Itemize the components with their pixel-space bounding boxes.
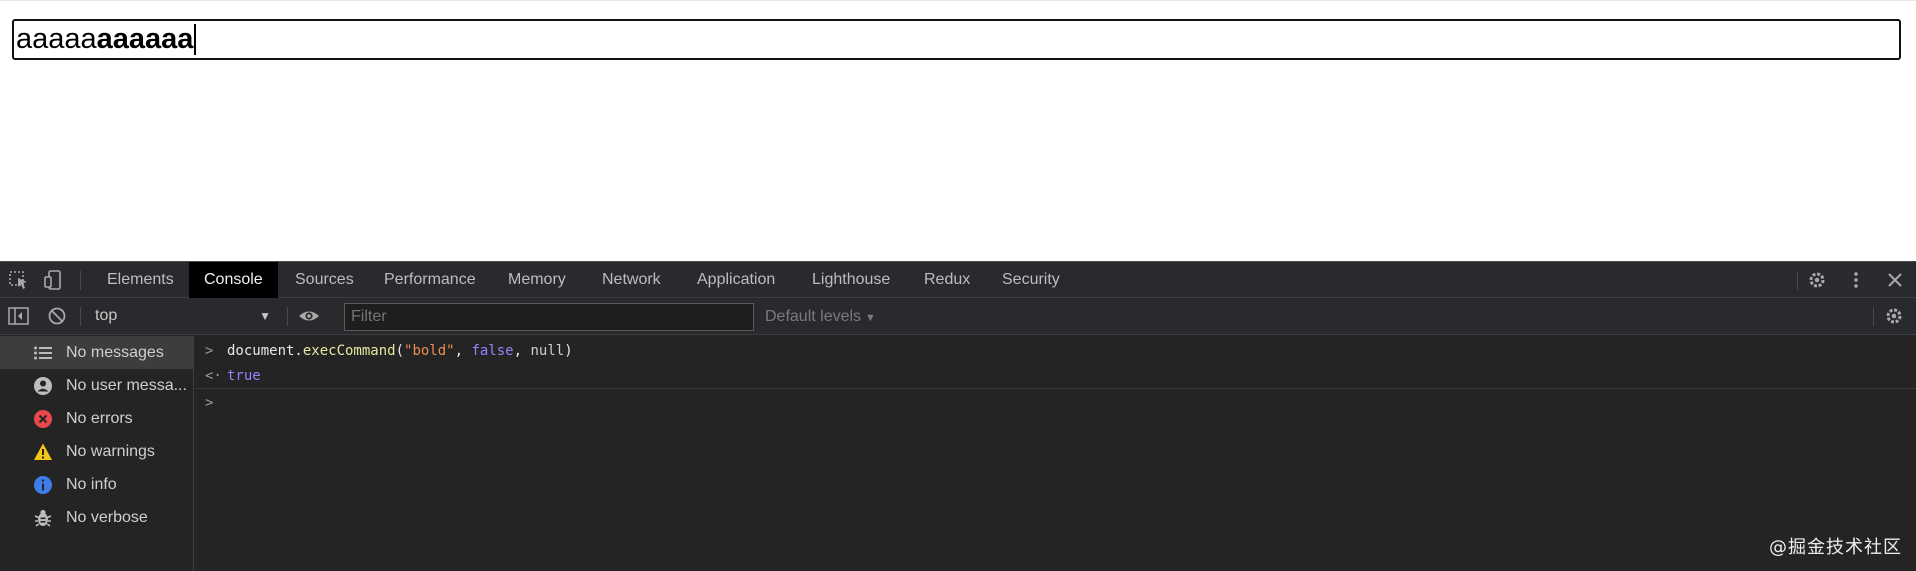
bug-icon bbox=[32, 507, 54, 529]
editor-bold-text: aaaaaa bbox=[96, 23, 194, 55]
text-caret bbox=[194, 24, 197, 55]
close-icon[interactable] bbox=[1884, 270, 1906, 290]
filter-input[interactable] bbox=[344, 303, 754, 331]
sidebar-item-errors[interactable]: No errors bbox=[0, 402, 193, 435]
code-token: , bbox=[454, 343, 472, 359]
tab-elements[interactable]: Elements bbox=[92, 262, 189, 298]
contenteditable-input[interactable]: aaaaa aaaaaa bbox=[12, 19, 1901, 60]
prompt-chevron-icon: > bbox=[205, 395, 214, 411]
console-sidebar: No messages No user messa... No errors N… bbox=[0, 336, 194, 571]
console-prompt-line[interactable]: > bbox=[195, 390, 1916, 416]
list-icon bbox=[32, 342, 54, 364]
console-result: true bbox=[227, 368, 261, 384]
code-token: ( bbox=[395, 343, 405, 359]
context-selector-value: top bbox=[95, 307, 118, 324]
dropdown-arrow-icon: ▼ bbox=[259, 309, 271, 323]
console-filterbar: top ▼ Default levels▼ bbox=[0, 298, 1916, 335]
tab-lighthouse[interactable]: Lighthouse bbox=[797, 262, 905, 298]
input-chevron-icon: > bbox=[205, 343, 214, 359]
console-settings-gear-icon[interactable] bbox=[1883, 306, 1905, 326]
code-token: null bbox=[530, 343, 565, 359]
code-token: , bbox=[513, 343, 531, 359]
tab-performance[interactable]: Performance bbox=[369, 262, 491, 298]
sidebar-item-messages[interactable]: No messages bbox=[0, 336, 193, 369]
code-token: ) bbox=[564, 343, 573, 359]
log-levels-dropdown[interactable]: Default levels ▼ bbox=[765, 304, 876, 330]
devtools-tabbar: Elements Console Sources Performance Mem… bbox=[0, 261, 1916, 298]
settings-gear-icon[interactable] bbox=[1806, 270, 1828, 290]
toolbar-divider bbox=[1873, 307, 1874, 326]
console-output[interactable]: > document.execCommand("bold", false, nu… bbox=[195, 336, 1916, 571]
sidebar-item-label: No verbose bbox=[66, 508, 148, 526]
code-token: document. bbox=[227, 343, 303, 359]
watermark: @掘金技术社区 bbox=[1769, 537, 1902, 558]
device-toolbar-icon[interactable] bbox=[42, 270, 64, 290]
toggle-sidebar-icon[interactable] bbox=[8, 306, 30, 326]
devtools-panel: Elements Console Sources Performance Mem… bbox=[0, 261, 1916, 571]
toolbar-divider bbox=[1797, 271, 1798, 290]
toolbar-divider bbox=[287, 307, 288, 326]
clear-console-icon[interactable] bbox=[46, 306, 68, 326]
toolbar-divider bbox=[80, 307, 81, 326]
sidebar-item-label: No errors bbox=[66, 409, 133, 427]
tab-application[interactable]: Application bbox=[682, 262, 790, 298]
editor-plain-text: aaaaa bbox=[16, 23, 97, 55]
page-content: aaaaa aaaaaa bbox=[0, 0, 1916, 261]
sidebar-item-user-messages[interactable]: No user messa... bbox=[0, 369, 193, 402]
sidebar-item-warnings[interactable]: No warnings bbox=[0, 435, 193, 468]
console-input-line: > document.execCommand("bold", false, nu… bbox=[195, 338, 1916, 364]
code-token: false bbox=[471, 343, 514, 359]
log-levels-label: Default levels bbox=[765, 308, 862, 325]
sidebar-item-label: No warnings bbox=[66, 442, 155, 460]
inspect-element-icon[interactable] bbox=[8, 270, 30, 290]
error-icon bbox=[32, 408, 54, 430]
tab-network[interactable]: Network bbox=[587, 262, 676, 298]
more-options-icon[interactable] bbox=[1845, 270, 1867, 290]
tab-console[interactable]: Console bbox=[189, 262, 278, 298]
tab-memory[interactable]: Memory bbox=[493, 262, 581, 298]
result-arrow-icon: <· bbox=[205, 368, 222, 384]
sidebar-item-verbose[interactable]: No verbose bbox=[0, 501, 193, 534]
dropdown-arrow-icon: ▼ bbox=[865, 312, 876, 324]
sidebar-item-label: No info bbox=[66, 475, 117, 493]
sidebar-item-label: No messages bbox=[66, 343, 164, 361]
tab-sources[interactable]: Sources bbox=[280, 262, 369, 298]
tab-security[interactable]: Security bbox=[987, 262, 1075, 298]
sidebar-item-label: No user messa... bbox=[66, 376, 187, 394]
context-selector[interactable]: top ▼ bbox=[87, 304, 277, 328]
toolbar-divider bbox=[80, 271, 81, 290]
sidebar-item-info[interactable]: No info bbox=[0, 468, 193, 501]
info-icon bbox=[32, 474, 54, 496]
tab-redux[interactable]: Redux bbox=[909, 262, 985, 298]
code-token: execCommand bbox=[302, 343, 396, 359]
console-result-line: <· true bbox=[195, 363, 1916, 389]
code-token: "bold" bbox=[404, 343, 455, 359]
console-command: document.execCommand("bold", false, null… bbox=[227, 338, 573, 364]
live-expression-eye-icon[interactable] bbox=[298, 306, 320, 326]
warning-icon bbox=[32, 441, 54, 463]
user-icon bbox=[32, 375, 54, 397]
